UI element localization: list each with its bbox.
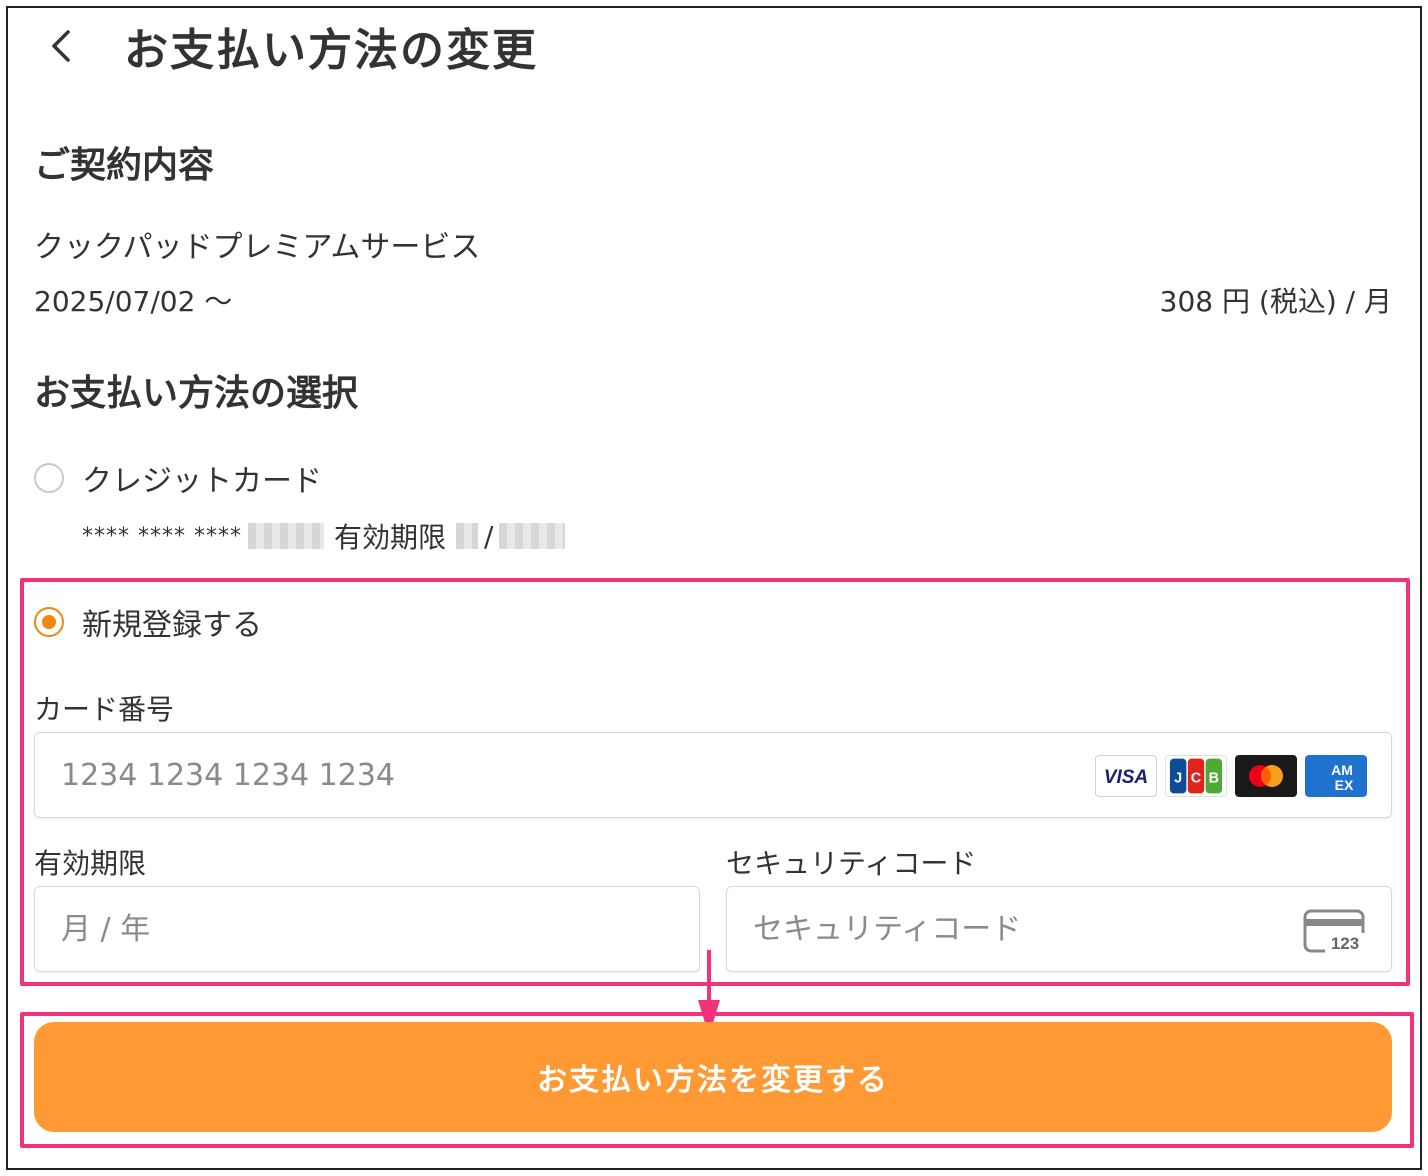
service-name: クックパッドプレミアムサービス [34,230,481,265]
cvc-icon-text: 123 [1331,934,1359,953]
contract-section-title: ご契約内容 [34,145,215,186]
card-brand-icons: VISA J C B AM EX [1095,755,1367,797]
card-number-field[interactable]: VISA J C B AM EX [34,732,1392,818]
cvc-input[interactable] [753,911,1391,947]
redacted-month [456,523,479,549]
radio-option-new-card[interactable]: 新規登録する [34,600,262,644]
mastercard-icon [1235,755,1297,797]
redacted-year [499,523,566,549]
expiry-field[interactable] [34,886,700,972]
radio-label: クレジットカード [82,464,322,499]
saved-card-info: **** **** **** 有効期限 / [82,516,571,556]
radio-label: 新規登録する [82,608,262,643]
svg-text:B: B [1209,771,1219,787]
masked-card-number: **** **** **** [82,523,242,549]
svg-text:C: C [1191,771,1202,787]
contract-row: 2025/07/02 〜 308 円 (税込) / 月 [34,280,1392,320]
radio-option-credit-card[interactable]: クレジットカード [34,456,322,500]
card-cvc-icon: 123 [1303,909,1365,957]
amex-icon: AM EX [1305,755,1367,797]
jcb-icon: J C B [1165,755,1227,797]
change-payment-button[interactable]: お支払い方法を変更する [34,1022,1392,1132]
payment-section-title: お支払い方法の選択 [34,373,359,414]
chevron-left-icon[interactable] [40,26,80,66]
saved-card-expiry-label: 有効期限 [334,521,447,554]
redacted-last-digits [248,523,324,549]
svg-text:EX: EX [1335,777,1354,793]
radio-button-selected[interactable] [34,607,64,637]
cvc-label: セキュリティコード [726,847,977,880]
svg-text:J: J [1174,771,1182,787]
page-title: お支払い方法の変更 [124,25,538,76]
start-date: 2025/07/02 〜 [34,285,233,318]
svg-text:VISA: VISA [1104,767,1148,788]
expiry-label: 有効期限 [34,847,147,880]
expiry-input[interactable] [61,911,699,947]
header: お支払い方法の変更 [40,16,538,76]
svg-text:AM: AM [1331,762,1353,778]
cvc-field[interactable]: 123 [726,886,1392,972]
card-number-label: カード番号 [34,693,175,726]
expiry-separator: / [484,519,494,553]
radio-button[interactable] [34,463,64,493]
price: 308 円 (税込) / 月 [1159,285,1392,318]
visa-icon: VISA [1095,755,1157,797]
